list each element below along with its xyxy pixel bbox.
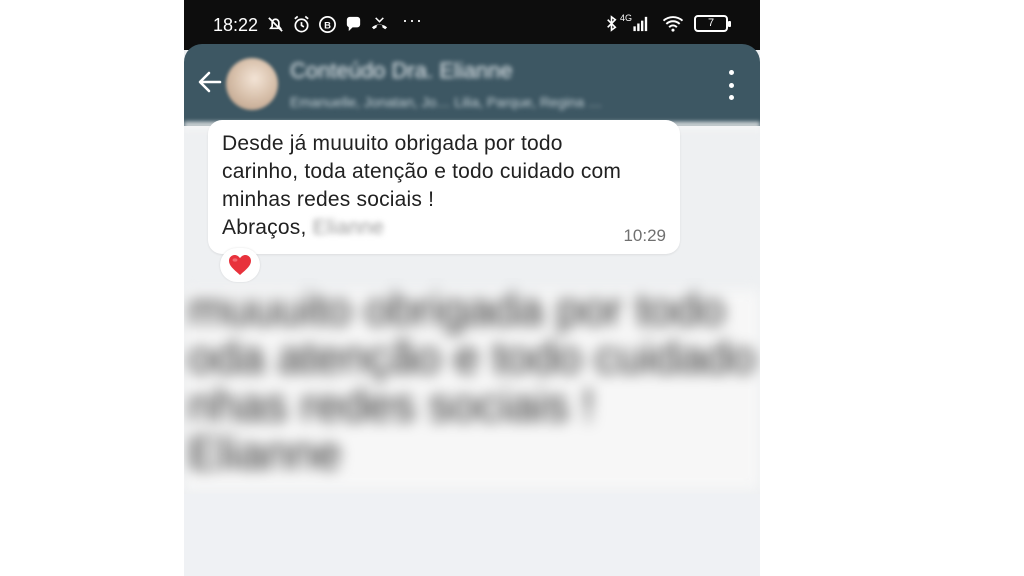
status-overflow: ··· [402, 10, 423, 30]
back-arrow-icon[interactable] [196, 68, 224, 96]
group-avatar[interactable] [226, 58, 278, 110]
status-time: 18:22 [213, 15, 259, 35]
blurred-line: Elianne [188, 427, 342, 479]
message-signature: Elianne [312, 216, 384, 239]
alarm-icon [294, 15, 309, 33]
heart-reaction[interactable] [220, 248, 260, 282]
chat-bubble-icon [346, 16, 361, 32]
more-options-icon[interactable] [726, 70, 736, 100]
notifications-muted-icon [268, 17, 283, 32]
chat-participants[interactable]: Emanuelle, Jonatan, Jo… Lilia, Parque, R… [290, 94, 602, 110]
signal-icon [633, 16, 648, 32]
message-greeting: Abraços, [222, 216, 307, 239]
blurred-line: nhas redes sociais ! [188, 379, 595, 431]
chat-background [184, 494, 760, 576]
battery-icon: 7 [694, 15, 731, 32]
blurred-line: oda atenção e todo cuidado c [188, 331, 760, 383]
status-left-icons: B ··· [266, 10, 423, 35]
b-app-icon: B [319, 16, 336, 33]
message-line: Desde já muuuito obrigada por todo [222, 132, 563, 155]
message-signoff: Abraços, Elianne [222, 216, 384, 240]
message-line: minhas redes sociais ! [222, 188, 435, 211]
status-bar: 18:22 B ··· 4G 7 [184, 0, 760, 50]
heart-icon [229, 255, 251, 275]
message-bubble[interactable]: Desde já muuuito obrigada por todo carin… [208, 120, 680, 254]
phone-screen: 18:22 B ··· 4G 7 Conteúdo Dra. Elianne E… [184, 0, 760, 576]
chat-title[interactable]: Conteúdo Dra. Elianne [290, 58, 513, 84]
message-line: carinho, toda atenção e todo cuidado com [222, 160, 622, 183]
wifi-icon [662, 16, 684, 32]
bluetooth-icon [607, 15, 617, 32]
missed-call-icon [371, 17, 388, 30]
message-time: 10:29 [623, 226, 666, 245]
status-right-icons: 7 [602, 14, 731, 33]
blurred-message-preview: muuuito obrigada por todo oda atenção e … [184, 290, 760, 490]
svg-text:B: B [324, 20, 331, 31]
chat-header: Conteúdo Dra. Elianne Emanuelle, Jonatan… [184, 44, 760, 126]
